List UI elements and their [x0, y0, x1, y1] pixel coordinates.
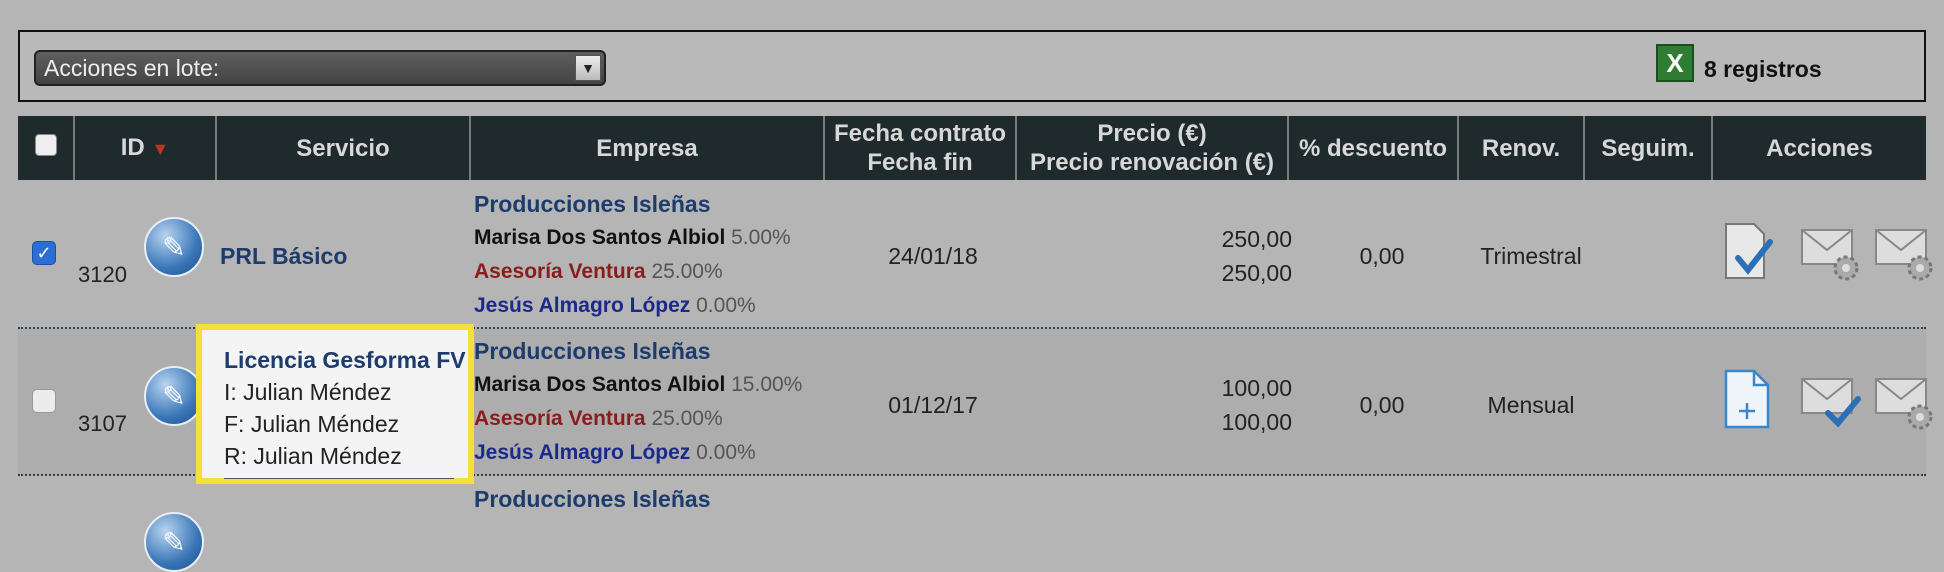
- discount: 0,00: [1359, 392, 1405, 418]
- company-link[interactable]: Producciones Isleñas: [474, 334, 802, 368]
- discount: 0,00: [1359, 243, 1405, 269]
- company-block: Producciones Isleñas: [474, 482, 710, 516]
- service-tooltip: Licencia Gesforma FV I: Julian Méndez F:…: [196, 324, 474, 484]
- header-id[interactable]: ID ▼: [74, 116, 217, 180]
- company-link[interactable]: Producciones Isleñas: [474, 187, 791, 221]
- person-name: Marisa Dos Santos Albiol: [474, 226, 726, 249]
- header-descuento[interactable]: % descuento: [1288, 116, 1459, 180]
- batch-actions-select[interactable]: Acciones en lote: ▼: [34, 50, 606, 86]
- price: 250,00: [1221, 226, 1292, 252]
- tooltip-line-f: F: Julian Méndez: [224, 411, 400, 437]
- header-precios[interactable]: Precio (€) Precio renovación (€): [1016, 116, 1289, 180]
- renewal-price: 100,00: [1221, 409, 1292, 435]
- service-pencil-icon: ✎: [144, 512, 204, 572]
- header-empresa[interactable]: Empresa: [470, 116, 825, 180]
- agent-name: Jesús Almagro López: [474, 294, 691, 317]
- agent-pct: 0.00%: [696, 441, 756, 464]
- chevron-down-icon[interactable]: ▼: [575, 55, 601, 81]
- document-check-icon[interactable]: [1718, 220, 1780, 282]
- row-id: 3120: [78, 262, 127, 287]
- tooltip-divider: [224, 478, 454, 479]
- tooltip-line-r: R: Julian Méndez: [224, 443, 402, 469]
- advisor-name: Asesoría Ventura: [474, 260, 646, 283]
- company-block: Producciones Isleñas Marisa Dos Santos A…: [474, 334, 802, 470]
- advisor-pct: 25.00%: [651, 260, 723, 283]
- price-block: 100,00 100,00: [1028, 371, 1292, 439]
- new-document-icon[interactable]: [1718, 367, 1780, 429]
- service-pencil-icon: ✎: [144, 217, 204, 277]
- contract-date: 24/01/18: [888, 243, 978, 269]
- service-pencil-icon: ✎: [144, 366, 204, 426]
- advisor-pct: 25.00%: [651, 407, 723, 430]
- records-count: 8 registros: [1704, 56, 1822, 82]
- tooltip-line-i: I: Julian Méndez: [224, 379, 392, 405]
- sort-desc-icon: ▼: [151, 138, 170, 159]
- service-link[interactable]: PRL Básico: [220, 243, 347, 270]
- mail-settings-icon[interactable]: [1874, 220, 1936, 282]
- header-select-all[interactable]: [18, 116, 75, 180]
- renewal-price: 250,00: [1221, 260, 1292, 286]
- services-table: ID ▼ Servicio Empresa Fecha contrato Fech…: [18, 116, 1926, 180]
- mail-settings-icon[interactable]: [1800, 220, 1862, 282]
- excel-export-icon[interactable]: X: [1656, 44, 1694, 82]
- header-acciones: Acciones: [1712, 116, 1926, 180]
- mail-settings-icon[interactable]: [1874, 369, 1936, 431]
- header-renov[interactable]: Renov.: [1458, 116, 1585, 180]
- renewal-period: Trimestral: [1480, 243, 1582, 269]
- person-name: Marisa Dos Santos Albiol: [474, 373, 726, 396]
- agent-pct: 0.00%: [696, 294, 756, 317]
- mail-check-icon[interactable]: [1800, 369, 1862, 431]
- tooltip-title: Licencia Gesforma FV: [224, 347, 466, 373]
- person-pct: 15.00%: [731, 373, 803, 396]
- header-servicio[interactable]: Servicio: [216, 116, 471, 180]
- company-block: Producciones Isleñas Marisa Dos Santos A…: [474, 187, 791, 323]
- row-checkbox[interactable]: [32, 389, 56, 413]
- header-seguim[interactable]: Seguim.: [1584, 116, 1713, 180]
- company-link[interactable]: Producciones Isleñas: [474, 482, 710, 516]
- contract-date: 01/12/17: [888, 392, 978, 418]
- price-block: 250,00 250,00: [1028, 222, 1292, 290]
- agent-name: Jesús Almagro López: [474, 441, 691, 464]
- row-id: 3107: [78, 411, 127, 436]
- batch-toolbar: Acciones en lote: ▼ X 8 registros: [18, 30, 1926, 102]
- header-fechas[interactable]: Fecha contrato Fecha fin: [824, 116, 1017, 180]
- advisor-name: Asesoría Ventura: [474, 407, 646, 430]
- select-all-checkbox[interactable]: [34, 133, 57, 156]
- batch-actions-label: Acciones en lote:: [44, 55, 220, 81]
- table-row: ✓ 3120 ✎ PRL Básico Producciones Isleñas…: [18, 180, 1933, 328]
- person-pct: 5.00%: [731, 226, 791, 249]
- renewal-period: Mensual: [1487, 392, 1575, 418]
- price: 100,00: [1221, 375, 1292, 401]
- row-checkbox[interactable]: ✓: [32, 241, 56, 265]
